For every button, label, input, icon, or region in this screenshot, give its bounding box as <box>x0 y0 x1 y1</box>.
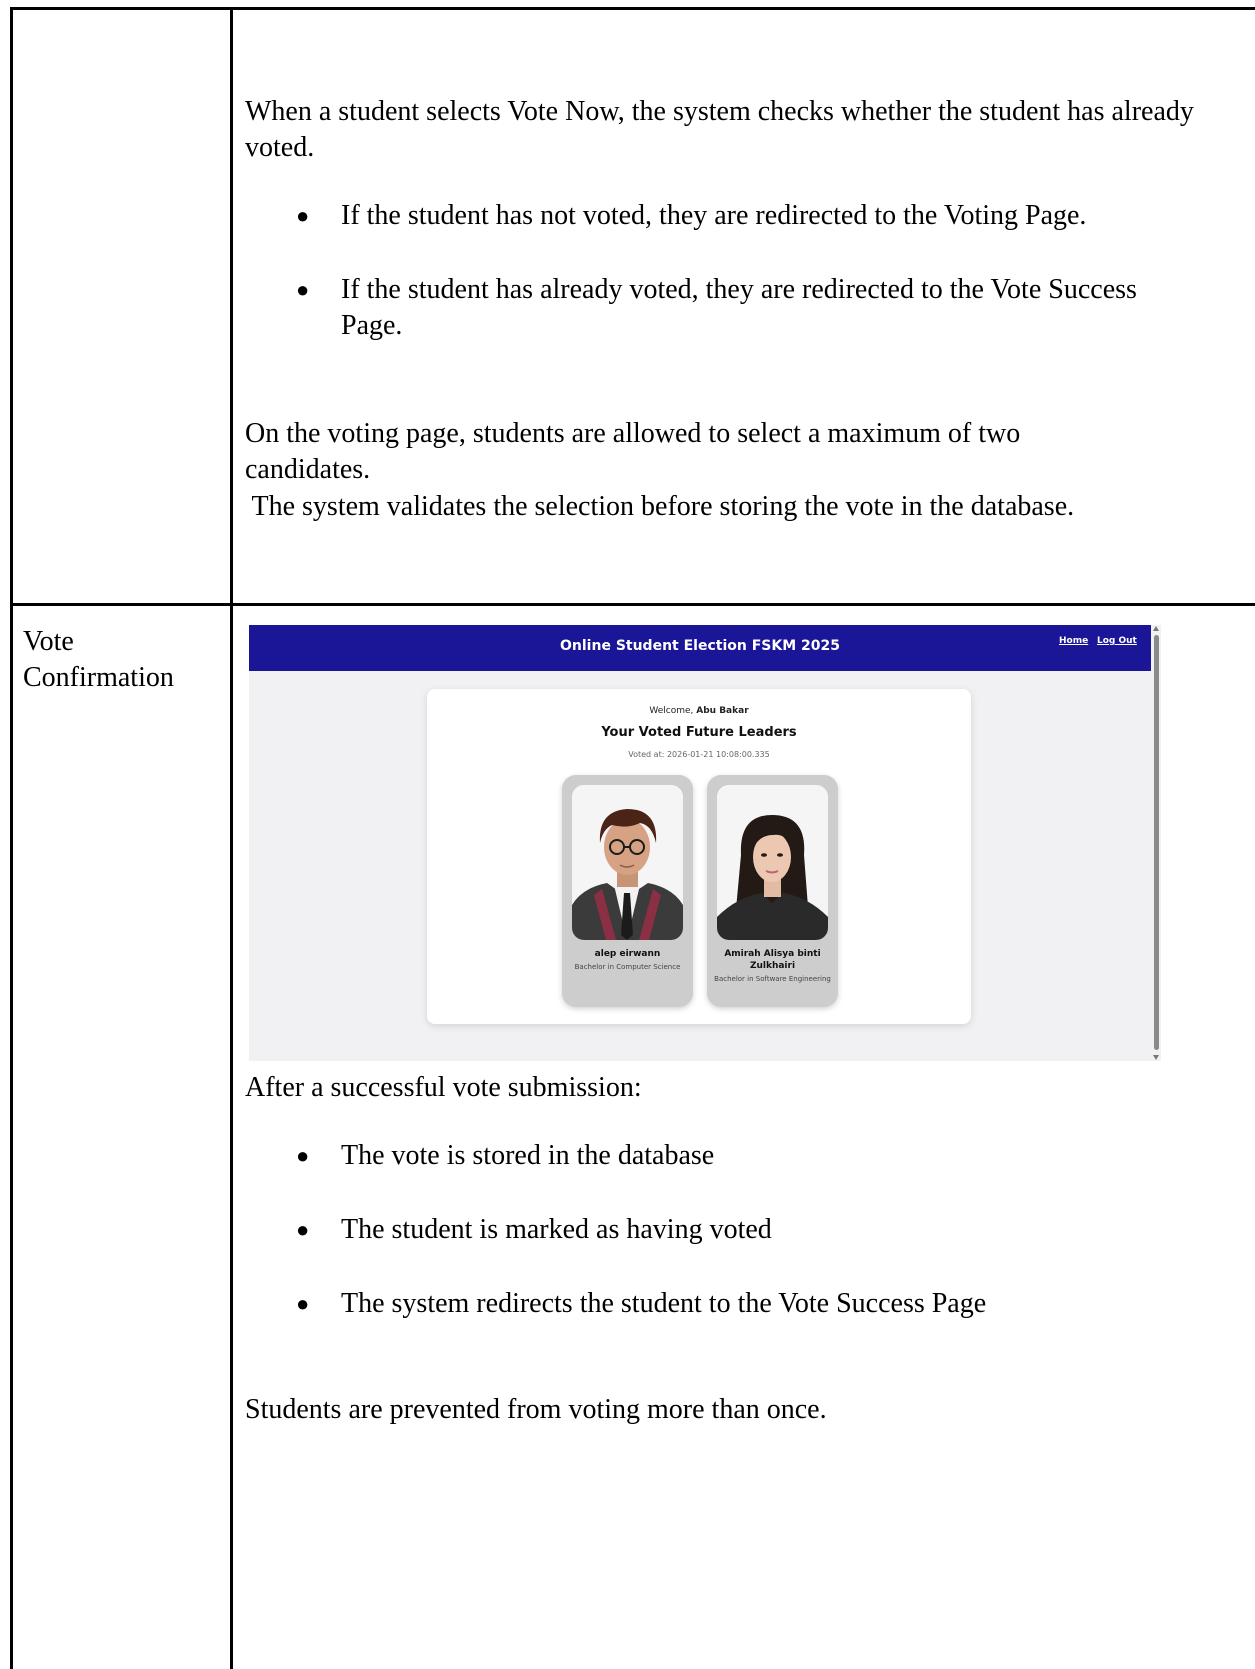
row2-after-intro: After a successful vote submission: <box>245 1072 642 1103</box>
scrollbar[interactable] <box>1151 625 1161 1061</box>
bullet-dot: ● <box>296 1143 310 1168</box>
app-title: Online Student Election FSKM 2025 <box>560 638 840 654</box>
row2-bullet-2: The student is marked as having voted <box>341 1214 772 1245</box>
row1-bullet-2: If the student has already voted, they a… <box>341 274 1137 341</box>
voted-leaders-card: Welcome, Abu Bakar Your Voted Future Lea… <box>427 689 971 1024</box>
row2-label: Vote Confirmation <box>23 626 174 693</box>
bullet-dot: ● <box>296 1291 310 1316</box>
table-border-left <box>10 7 13 1669</box>
candidate-photo <box>572 785 683 940</box>
scrollbar-thumb[interactable] <box>1154 635 1159 1050</box>
app-header: Online Student Election FSKM 2025 Home L… <box>249 625 1151 671</box>
logout-link[interactable]: Log Out <box>1097 636 1137 646</box>
scroll-up-icon[interactable] <box>1153 626 1159 631</box>
table-row-divider <box>10 603 1255 606</box>
welcome-name: Abu Bakar <box>696 706 749 716</box>
candidate-program: Bachelor in Computer Science <box>574 963 681 971</box>
candidate-name: Amirah Alisya binti Zulkhairi <box>724 949 821 971</box>
candidate-program: Bachelor in Software Engineering <box>714 975 831 983</box>
candidate-photo <box>717 785 828 940</box>
welcome-text: Welcome, Abu Bakar <box>649 706 749 716</box>
row2-bullet-1: The vote is stored in the database <box>341 1140 715 1171</box>
row1-voting-page-text: On the voting page, students are allowed… <box>245 418 1021 485</box>
candidate-name: alep eirwann <box>594 949 661 959</box>
candidate-card: Amirah Alisya binti Zulkhairi Bachelor i… <box>707 775 838 1007</box>
bullet-dot: ● <box>296 203 310 228</box>
scroll-down-icon[interactable] <box>1153 1055 1159 1060</box>
bullet-dot: ● <box>296 1217 310 1242</box>
candidate-card: alep eirwann Bachelor in Computer Scienc… <box>562 775 693 1007</box>
voted-at-timestamp: Voted at: 2026-01-21 10:08:00.335 <box>628 750 770 759</box>
row1-bullet-1: If the student has not voted, they are r… <box>341 200 1087 231</box>
table-border-top <box>10 7 1255 10</box>
home-link[interactable]: Home <box>1059 636 1088 646</box>
vote-confirmation-screenshot: Online Student Election FSKM 2025 Home L… <box>249 625 1161 1061</box>
bullet-dot: ● <box>296 277 310 302</box>
row2-closing: Students are prevented from voting more … <box>245 1394 827 1425</box>
voted-leaders-title: Your Voted Future Leaders <box>601 725 797 740</box>
row2-bullet-3: The system redirects the student to the … <box>341 1288 987 1319</box>
row1-intro: When a student selects Vote Now, the sys… <box>245 96 1194 163</box>
row1-validation-text: The system validates the selection befor… <box>245 491 1075 522</box>
table-column-divider <box>230 7 233 1669</box>
